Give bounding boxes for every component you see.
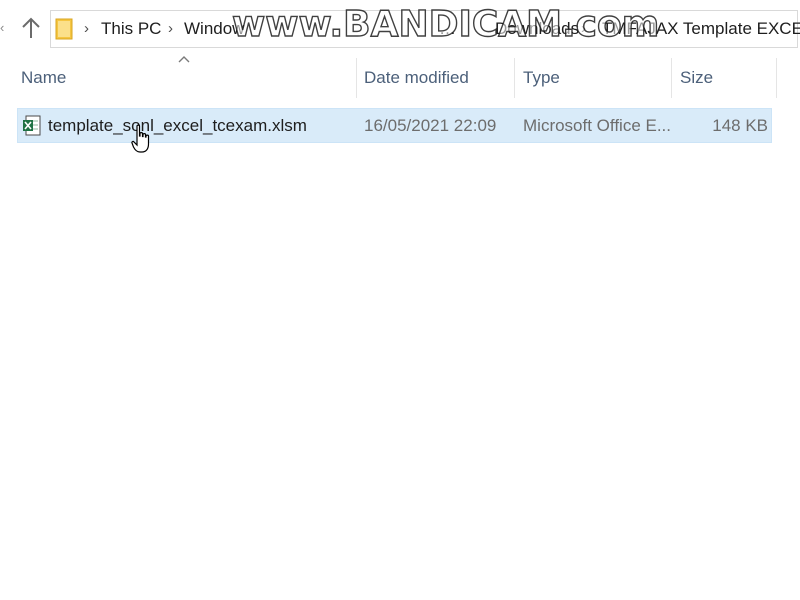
breadcrumb-hidden[interactable]: … bbox=[439, 11, 456, 47]
column-divider[interactable] bbox=[356, 58, 357, 98]
column-header-type[interactable]: Type bbox=[523, 58, 671, 98]
file-type: Microsoft Office E... bbox=[523, 116, 672, 135]
column-header-size[interactable]: Size bbox=[680, 58, 776, 98]
recent-locations-chevron-icon[interactable]: ‹ bbox=[0, 18, 12, 38]
excel-file-icon bbox=[23, 115, 41, 136]
address-bar: ‹ › This PC › Window … Downloads › TMFAJ… bbox=[0, 0, 800, 58]
column-header-row: Name Date modified Type Size bbox=[0, 58, 800, 98]
file-date-modified: 16/05/2021 22:09 bbox=[364, 116, 497, 135]
column-divider[interactable] bbox=[776, 58, 777, 98]
breadcrumb-separator-icon[interactable]: › bbox=[84, 11, 89, 47]
column-header-date-modified[interactable]: Date modified bbox=[364, 58, 514, 98]
column-divider[interactable] bbox=[671, 58, 672, 98]
file-size: 148 KB bbox=[712, 116, 768, 135]
breadcrumb-downloads[interactable]: Downloads bbox=[495, 11, 579, 47]
file-row[interactable]: template_sonl_excel_tcexam.xlsm 16/05/20… bbox=[17, 108, 772, 143]
folder-icon bbox=[55, 18, 73, 40]
breadcrumb-windows[interactable]: Window bbox=[184, 11, 244, 47]
breadcrumb-tmfajax-template-excel[interactable]: TMFAJAX Template EXCEL bbox=[602, 11, 800, 47]
address-field[interactable]: › This PC › Window … Downloads › TMFAJAX… bbox=[50, 10, 800, 48]
arrow-up-icon[interactable] bbox=[20, 16, 42, 40]
breadcrumb-separator-icon[interactable]: › bbox=[168, 11, 173, 47]
breadcrumb-separator-icon[interactable]: › bbox=[581, 11, 586, 47]
file-name[interactable]: template_sonl_excel_tcexam.xlsm bbox=[48, 109, 307, 142]
breadcrumb-this-pc[interactable]: This PC bbox=[101, 11, 161, 47]
column-divider[interactable] bbox=[514, 58, 515, 98]
column-header-name[interactable]: Name bbox=[21, 58, 356, 98]
